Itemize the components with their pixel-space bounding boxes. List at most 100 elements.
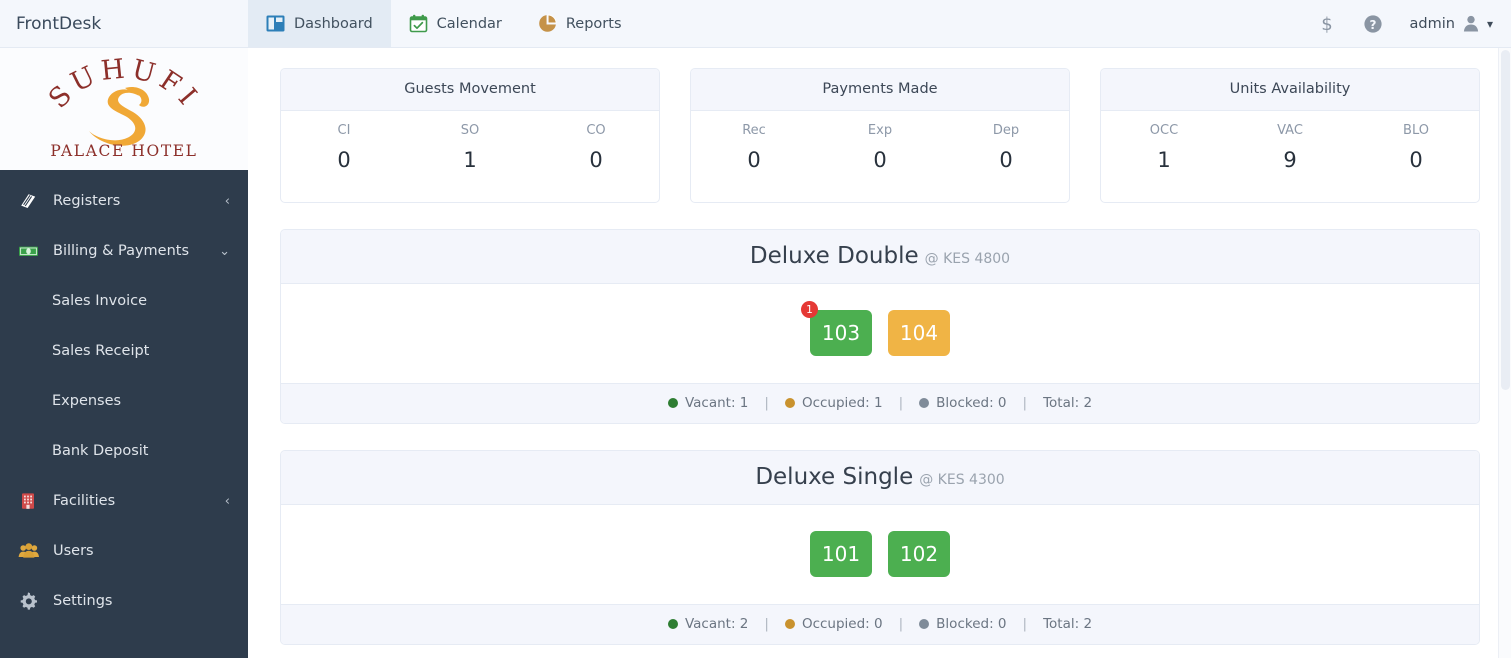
sidebar-item-facilities[interactable]: Facilities ‹ — [0, 476, 248, 526]
tab-reports-label: Reports — [565, 15, 622, 32]
vacant-dot-icon — [667, 398, 678, 408]
book-icon — [18, 191, 52, 211]
sidebar-item-bank-deposit[interactable]: Bank Deposit — [0, 426, 248, 476]
legend-vacant: Vacant: 2 — [667, 616, 749, 632]
sidebar-item-registers[interactable]: Registers ‹ — [0, 176, 248, 226]
dashboard-layout-icon — [266, 14, 285, 33]
sidebar-menu: Registers ‹ Billing & Payments ⌄ Sales I… — [0, 170, 248, 626]
banknote-icon — [18, 241, 52, 261]
sidebar-item-label: Facilities — [53, 493, 116, 509]
tab-dashboard-label: Dashboard — [294, 15, 373, 32]
stat-key: BLO — [1403, 123, 1429, 138]
card-units-availability: Units Availability OCC 1 VAC 9 BLO 0 — [1100, 68, 1480, 203]
blocked-dot-icon — [919, 619, 930, 629]
dollar-sign-icon[interactable]: $ — [1304, 0, 1350, 48]
legend-label: Blocked: 0 — [936, 616, 1007, 632]
legend-label: Occupied: 1 — [801, 395, 883, 411]
top-navigation-bar: FrontDesk Dashboard Calendar Reports $ ?… — [0, 0, 1511, 48]
sidebar-subitem-label: Bank Deposit — [52, 443, 149, 459]
sidebar-item-users[interactable]: Users — [0, 526, 248, 576]
help-circle-icon[interactable]: ? — [1350, 0, 1396, 48]
separator: | — [1022, 616, 1028, 632]
legend-blocked: Blocked: 0 — [919, 616, 1007, 632]
stat-ci: CI 0 — [281, 123, 407, 172]
sidebar-item-label: Registers — [53, 193, 121, 209]
tab-calendar[interactable]: Calendar — [391, 0, 520, 47]
summary-cards-row: Guests Movement CI 0 SO 1 CO 0 Payments … — [280, 68, 1480, 203]
sidebar-item-settings[interactable]: Settings — [0, 576, 248, 626]
room-group-summary: Vacant: 1 | Occupied: 1 | Blocked: 0 | T… — [281, 383, 1479, 423]
separator: | — [898, 395, 904, 411]
chevron-down-icon: ⌄ — [219, 243, 230, 259]
room-badge: 1 — [801, 301, 818, 318]
stat-value: 0 — [873, 148, 887, 172]
stat-value: 9 — [1283, 148, 1297, 172]
card-title: Payments Made — [691, 69, 1069, 111]
legend-total: Total: 2 — [1043, 395, 1093, 411]
separator: | — [1022, 395, 1028, 411]
sidebar: SUHUFI PALACE HOTEL Registers ‹ Billing … — [0, 48, 248, 658]
sidebar-item-label: Settings — [53, 593, 113, 609]
page-scrollbar[interactable] — [1498, 48, 1511, 658]
sidebar-item-sales-invoice[interactable]: Sales Invoice — [0, 276, 248, 326]
tab-calendar-label: Calendar — [436, 15, 502, 32]
separator: | — [898, 616, 904, 632]
room-group-header: Deluxe Double @ KES 4800 — [281, 230, 1479, 284]
room-tile[interactable]: 101 — [810, 531, 872, 577]
room-tile[interactable]: 1 103 — [801, 301, 872, 356]
room-group-header: Deluxe Single @ KES 4300 — [281, 451, 1479, 505]
tab-reports[interactable]: Reports — [520, 0, 640, 47]
sidebar-item-sales-receipt[interactable]: Sales Receipt — [0, 326, 248, 376]
room-number: 103 — [821, 321, 861, 345]
sidebar-item-expenses[interactable]: Expenses — [0, 376, 248, 426]
stat-value: 0 — [589, 148, 603, 172]
app-brand: FrontDesk — [16, 13, 102, 34]
tab-dashboard[interactable]: Dashboard — [248, 0, 391, 47]
room-group-rate: @ KES 4800 — [924, 251, 1011, 267]
room-group-title: Deluxe Double — [749, 243, 919, 269]
building-icon — [18, 491, 52, 511]
stat-key: Dep — [992, 123, 1020, 138]
legend-label: Blocked: 0 — [936, 395, 1007, 411]
card-title: Guests Movement — [281, 69, 659, 111]
room-number: 102 — [899, 542, 939, 566]
stat-key: VAC — [1277, 123, 1303, 138]
room-tile[interactable]: 102 — [888, 531, 950, 577]
svg-text:?: ? — [1369, 18, 1376, 32]
sidebar-subitem-label: Expenses — [52, 393, 122, 409]
chevron-left-icon: ‹ — [224, 193, 230, 209]
room-tile[interactable]: 104 — [888, 310, 950, 356]
stat-dep: Dep 0 — [943, 123, 1069, 172]
legend-label: Vacant: 2 — [684, 616, 749, 632]
room-tiles: 1 103 104 — [281, 284, 1479, 383]
vacant-dot-icon — [667, 619, 678, 629]
calendar-check-icon — [409, 14, 428, 33]
legend-vacant: Vacant: 1 — [667, 395, 748, 411]
stat-value: 0 — [747, 148, 761, 172]
users-icon — [18, 541, 52, 561]
room-group-summary: Vacant: 2 | Occupied: 0 | Blocked: 0 | T… — [281, 604, 1479, 644]
user-menu[interactable]: admin ▾ — [1396, 15, 1493, 32]
legend-blocked: Blocked: 0 — [919, 395, 1007, 411]
svg-text:SUHUFI: SUHUFI — [43, 57, 206, 115]
page-scrollbar-thumb[interactable] — [1501, 50, 1510, 390]
stat-key: SO — [460, 123, 480, 138]
sidebar-item-label: Billing & Payments — [53, 243, 190, 259]
stat-value: 1 — [1157, 148, 1171, 172]
hotel-logo: SUHUFI PALACE HOTEL — [0, 48, 248, 170]
sidebar-item-billing-payments[interactable]: Billing & Payments ⌄ — [0, 226, 248, 276]
card-payments-made: Payments Made Rec 0 Exp 0 Dep 0 — [690, 68, 1070, 203]
user-name-label: admin — [1409, 15, 1455, 32]
stat-value: 1 — [463, 148, 477, 172]
separator: | — [764, 616, 769, 632]
room-group-deluxe-double: Deluxe Double @ KES 4800 1 103 104 Vacant… — [280, 229, 1480, 424]
room-number: 104 — [899, 321, 939, 345]
chevron-left-icon: ‹ — [224, 493, 230, 509]
occupied-dot-icon — [784, 398, 795, 408]
occupied-dot-icon — [784, 619, 795, 629]
gear-icon — [18, 591, 52, 611]
svg-text:$: $ — [1321, 14, 1332, 34]
stat-occ: OCC 1 — [1101, 123, 1227, 172]
stat-key: CI — [337, 123, 351, 138]
user-avatar-icon — [1463, 15, 1479, 32]
